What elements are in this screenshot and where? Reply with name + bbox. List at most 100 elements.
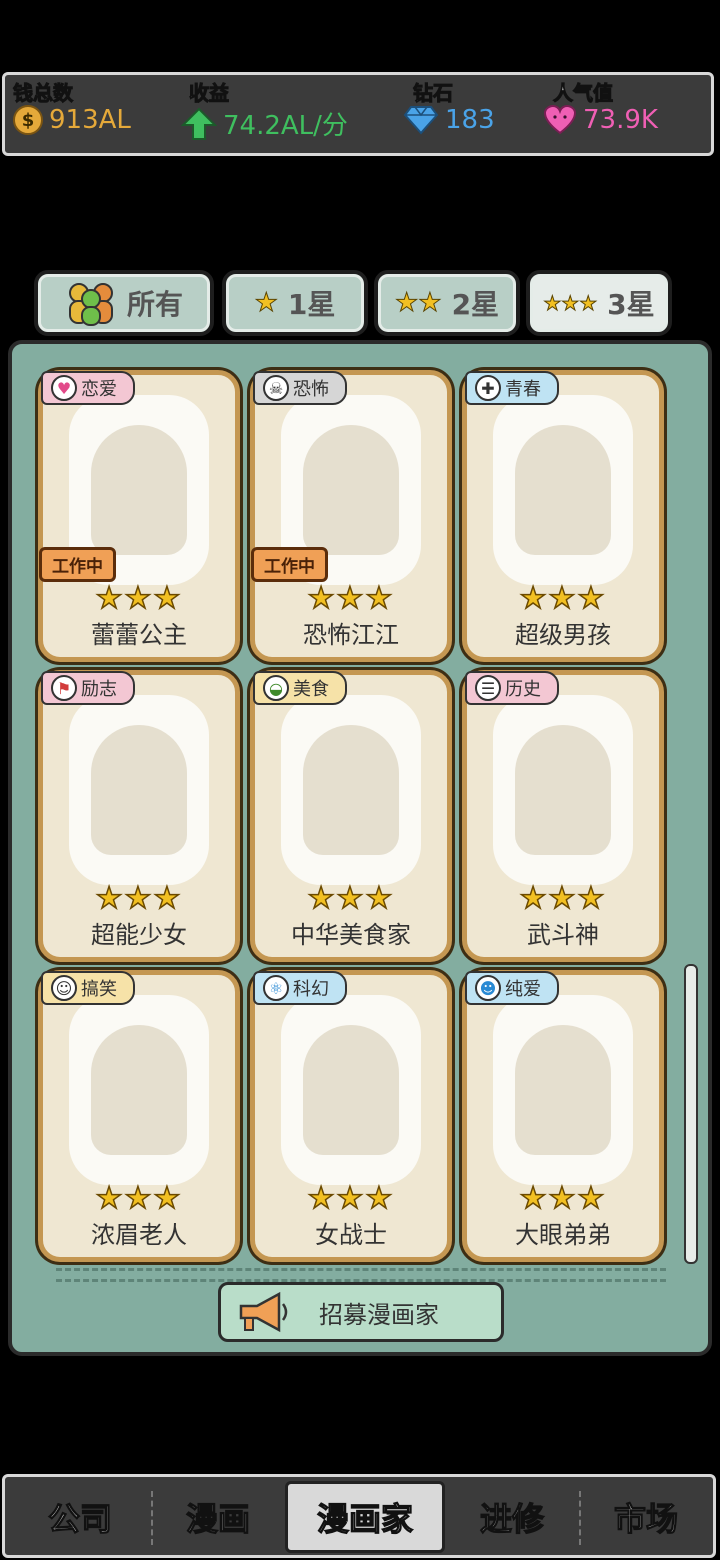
tab-3-star[interactable]: ★★★ 3星 xyxy=(526,270,672,336)
character-card[interactable]: ◒ 美食 ★★★ 中华美食家 xyxy=(250,670,452,962)
genre-label: 美食 xyxy=(293,679,329,700)
genre-tag: ☠ 恐怖 xyxy=(253,371,347,405)
people-icon xyxy=(68,283,113,326)
scroll-icon: ☰ xyxy=(475,675,501,701)
nav-artists[interactable]: 漫画家 xyxy=(285,1481,445,1553)
nav-comics[interactable]: 漫画 xyxy=(151,1481,285,1553)
flag-icon: ⚑ xyxy=(51,675,77,701)
skull-icon: ☠ xyxy=(263,375,289,401)
star-rating: ★★★ xyxy=(519,580,607,617)
character-name: 蕾蕾公主 xyxy=(91,621,187,649)
star-rating: ★★★ xyxy=(519,1180,607,1217)
genre-tag: ☺ 搞笑 xyxy=(41,971,135,1005)
nav-market[interactable]: 市场 xyxy=(579,1481,713,1553)
laugh-icon: ☺ xyxy=(51,975,77,1001)
genre-label: 励志 xyxy=(81,679,117,700)
character-portrait xyxy=(281,695,421,885)
tab-2-star[interactable]: ★★ 2星 xyxy=(374,270,520,336)
character-panel: ♥ 恋爱 工作中 ★★★ 蕾蕾公主 ☠ 恐怖 工作中 ★★★ 恐怖江江 ✚ 青春… xyxy=(8,340,712,1356)
genre-label: 恐怖 xyxy=(293,379,329,400)
stat-diamonds-value: 183 xyxy=(445,105,495,135)
character-portrait xyxy=(281,995,421,1185)
atom-icon: ⚛ xyxy=(263,975,289,1001)
three-stars-icon: ★★★ xyxy=(543,291,598,315)
stat-income: 收益 74.2AL/分 xyxy=(181,75,401,153)
two-stars-icon: ★★ xyxy=(394,288,442,318)
stat-diamonds-label: 钻石 xyxy=(413,81,454,106)
tab-1-star-label: 1星 xyxy=(287,288,336,321)
heart-icon xyxy=(543,105,577,135)
stat-diamonds: 钻石 183 xyxy=(403,75,533,153)
tab-all[interactable]: 所有 xyxy=(34,270,214,336)
character-name: 浓眉老人 xyxy=(91,1221,187,1249)
stat-money: 钱总数 $ 913AL xyxy=(13,75,183,153)
tab-all-label: 所有 xyxy=(126,288,183,321)
character-portrait xyxy=(493,695,633,885)
couple-icon: ☻ xyxy=(475,975,501,1001)
tab-1-star[interactable]: ★ 1星 xyxy=(222,270,368,336)
diamond-icon xyxy=(403,106,439,135)
character-name: 武斗神 xyxy=(527,921,599,949)
star-icon: ★ xyxy=(254,288,278,318)
character-portrait xyxy=(69,695,209,885)
character-card[interactable]: ⚑ 励志 ★★★ 超能少女 xyxy=(38,670,240,962)
character-card[interactable]: ☻ 纯爱 ★★★ 大眼弟弟 xyxy=(462,970,664,1262)
megaphone-icon xyxy=(239,1291,288,1333)
stat-money-value: 913AL xyxy=(49,105,131,135)
genre-label: 历史 xyxy=(505,679,541,700)
character-portrait xyxy=(493,395,633,585)
star-rating: ★★★ xyxy=(95,1180,183,1217)
character-card[interactable]: ☠ 恐怖 工作中 ★★★ 恐怖江江 xyxy=(250,370,452,662)
genre-tag: ◒ 美食 xyxy=(253,671,347,705)
nav-company[interactable]: 公司 xyxy=(13,1481,147,1553)
character-name: 恐怖江江 xyxy=(303,621,399,649)
arrow-up-icon xyxy=(181,107,217,140)
working-badge: 工作中 xyxy=(251,547,328,582)
genre-tag: ♥ 恋爱 xyxy=(41,371,135,405)
character-card[interactable]: ☰ 历史 ★★★ 武斗神 xyxy=(462,670,664,962)
character-name: 超级男孩 xyxy=(515,621,611,649)
genre-tag: ☻ 纯爱 xyxy=(465,971,559,1005)
nav-training[interactable]: 进修 xyxy=(445,1481,579,1553)
genre-tag: ☰ 历史 xyxy=(465,671,559,705)
genre-label: 搞笑 xyxy=(81,979,117,1000)
genre-tag: ✚ 青春 xyxy=(465,371,559,405)
working-badge: 工作中 xyxy=(39,547,116,582)
bottom-nav: 公司 漫画 漫画家 进修 市场 xyxy=(2,1474,716,1558)
recruit-artist-button[interactable]: 招募漫画家 xyxy=(218,1282,504,1342)
genre-label: 纯爱 xyxy=(505,979,541,1000)
stat-popularity: 人气值 73.9K xyxy=(543,75,703,153)
star-rating: ★★★ xyxy=(307,1180,395,1217)
stat-popularity-value: 73.9K xyxy=(583,105,658,135)
character-portrait xyxy=(493,995,633,1185)
scrollbar[interactable] xyxy=(684,964,698,1264)
character-card[interactable]: ☺ 搞笑 ★★★ 浓眉老人 xyxy=(38,970,240,1262)
character-portrait xyxy=(69,995,209,1185)
star-rating: ★★★ xyxy=(95,580,183,617)
character-name: 中华美食家 xyxy=(291,921,411,949)
character-card[interactable]: ♥ 恋爱 工作中 ★★★ 蕾蕾公主 xyxy=(38,370,240,662)
stat-popularity-label: 人气值 xyxy=(553,81,614,106)
stats-bar: 钱总数 $ 913AL 收益 74.2AL/分 钻石 183 人气值 73.9K xyxy=(2,72,714,156)
heart-icon: ♥ xyxy=(51,375,77,401)
genre-label: 恋爱 xyxy=(81,379,117,400)
uniform-icon: ✚ xyxy=(475,375,501,401)
recruit-label: 招募漫画家 xyxy=(319,1300,439,1329)
star-rating: ★★★ xyxy=(519,880,607,917)
character-card[interactable]: ✚ 青春 ★★★ 超级男孩 xyxy=(462,370,664,662)
coin-icon: $ xyxy=(13,105,43,135)
star-rating: ★★★ xyxy=(307,580,395,617)
stat-money-label: 钱总数 xyxy=(13,81,74,106)
character-card[interactable]: ⚛ 科幻 ★★★ 女战士 xyxy=(250,970,452,1262)
character-name: 大眼弟弟 xyxy=(515,1221,611,1249)
tab-2-star-label: 2星 xyxy=(451,288,500,321)
genre-label: 青春 xyxy=(505,379,541,400)
star-rating: ★★★ xyxy=(307,880,395,917)
stat-income-label: 收益 xyxy=(189,81,230,106)
stat-income-value: 74.2AL/分 xyxy=(223,111,348,141)
food-bowl-icon: ◒ xyxy=(263,675,289,701)
character-name: 超能少女 xyxy=(91,921,187,949)
genre-tag: ⚑ 励志 xyxy=(41,671,135,705)
genre-label: 科幻 xyxy=(293,979,329,1000)
genre-tag: ⚛ 科幻 xyxy=(253,971,347,1005)
